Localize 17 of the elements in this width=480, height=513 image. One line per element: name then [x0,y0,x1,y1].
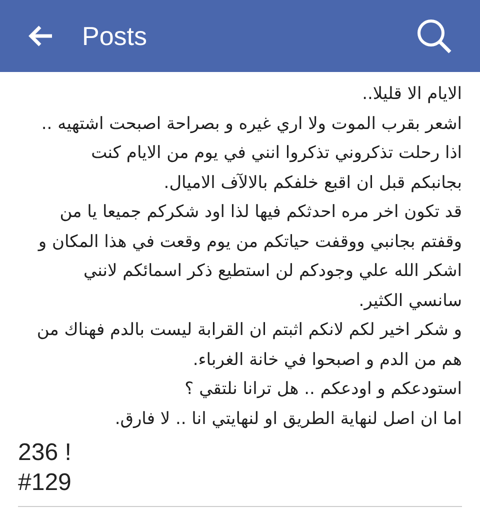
post-text-line: اما ان اصل لنهاية الطريق او لنهايتي انا .. لا فارق. [114,408,462,428]
screen-title: Posts [82,20,148,52]
post-text-line: استودعكم و اودعكم .. هل ترانا نلتقي ؟ [184,379,462,399]
post-text-line: الايام الا قليلا.. [362,84,462,104]
search-icon[interactable] [416,18,452,54]
post-text-line: بجانبكم قبل ان اقبع خلفكم بالالآف الاميال. [164,172,462,192]
post-text-line: و شكر اخير لكم لانكم اثبتم ان القرابة ليست بالدم فهناك من [36,320,462,340]
hashtag-text: #129 [18,469,72,496]
post-text-line: اشعر بقرب الموت ولا اري غيره و بصراحة اصبحت اشتهيه .. [41,114,462,134]
count-text: 236 ! [18,439,72,466]
post-text-line: هم من الدم و اصبحوا في خانة الغرباء. [192,350,462,370]
back-icon[interactable] [28,25,54,47]
post-text-line: سانسي الكثير. [358,290,462,310]
post-text-line: اشكر الله علي وجودكم لن استطيع ذكر اسمائكم لانني [83,261,462,281]
post-text-line: اذا رحلت تذكروني تذكروا انني في يوم من الايام كنت [91,143,462,163]
post-text-line: قد تكون اخر مره احدثكم فيها لذا اود شكركم جميعا يا من [60,202,462,222]
post-text-line: وقفتم بجانبي ووقفت حياتكم من يوم وقعت في هذا المكان و [38,232,462,252]
